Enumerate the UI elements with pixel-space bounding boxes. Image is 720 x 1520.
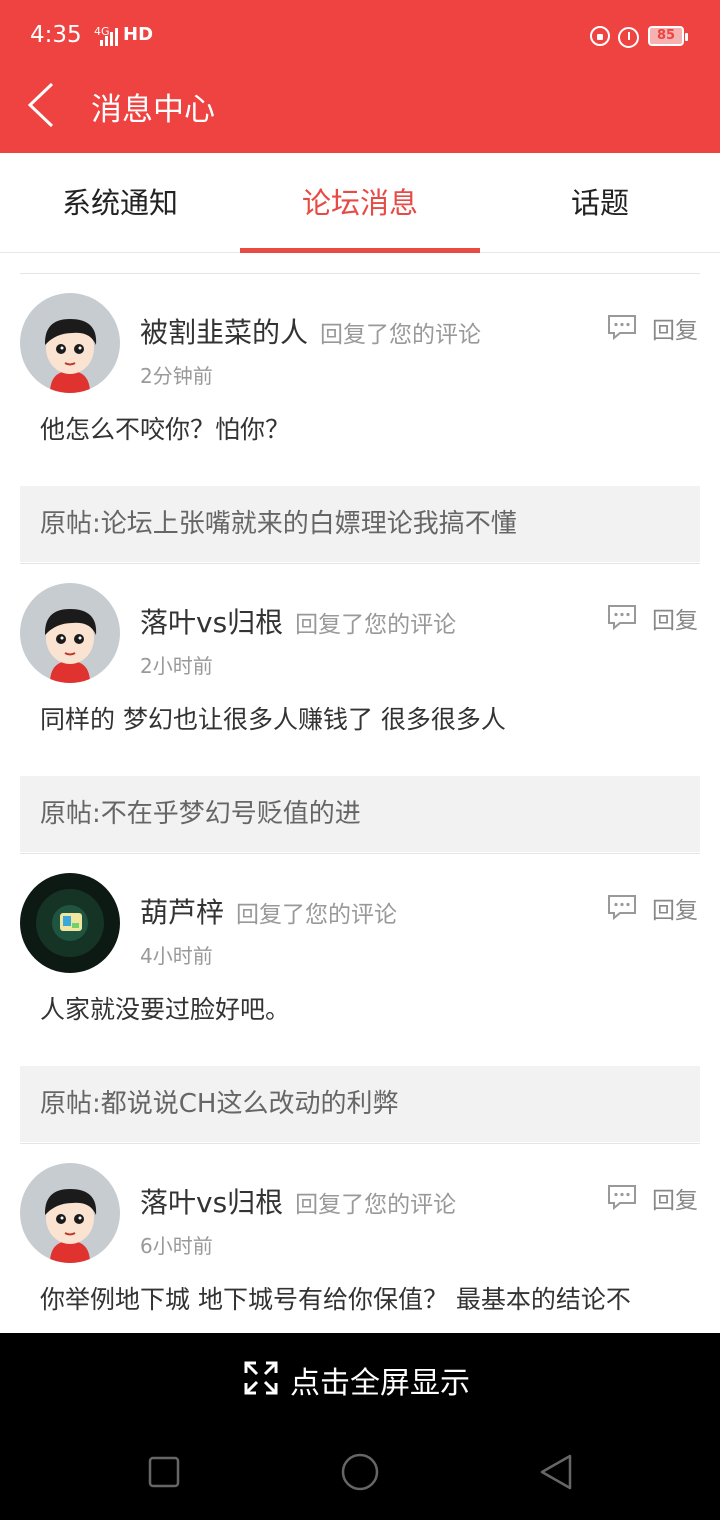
back-button[interactable] bbox=[24, 80, 64, 130]
comment-text[interactable]: 他怎么不咬你？怕你？ bbox=[40, 413, 710, 447]
message-list[interactable]: 被割韭菜的人 回复了您的评论 2分钟前 回复 他怎么不咬你？怕你？ 原帖:论坛上张… bbox=[0, 253, 720, 1333]
divider bbox=[20, 273, 700, 274]
fullscreen-icon bbox=[244, 1361, 278, 1395]
reply-action-text: 回复了您的评论 bbox=[236, 902, 398, 928]
comment-text[interactable]: 你举例地下城 地下城号有给你保值？ 最基本的结论不 bbox=[40, 1283, 710, 1317]
fullscreen-label[interactable]: 点击全屏显示 bbox=[290, 1358, 470, 1402]
tab-bar: 系统通知 论坛消息 话题 bbox=[0, 153, 720, 253]
reply-action-text: 回复了您的评论 bbox=[295, 612, 457, 638]
username[interactable]: 落叶vs归根 bbox=[140, 606, 283, 639]
comment-text[interactable]: 人家就没要过脸好吧。 bbox=[40, 993, 710, 1027]
message-item: 落叶vs归根 回复了您的评论 2小时前 回复 同样的 梦幻也让很多人赚钱了 很多很… bbox=[0, 563, 720, 853]
timestamp: 4小时前 bbox=[140, 944, 213, 968]
divider bbox=[20, 563, 700, 564]
reply-action-text: 回复了您的评论 bbox=[295, 1192, 457, 1218]
tab-topics[interactable]: 话题 bbox=[480, 153, 720, 253]
divider bbox=[20, 853, 700, 854]
timestamp: 2小时前 bbox=[140, 654, 213, 678]
divider bbox=[20, 1143, 700, 1144]
lock-icon bbox=[590, 26, 610, 46]
reply-action-text: 回复了您的评论 bbox=[320, 322, 482, 348]
avatar[interactable] bbox=[20, 1163, 120, 1263]
original-post-link[interactable]: 原帖:都说说CH这么改动的利弊 bbox=[20, 1066, 700, 1142]
battery-icon: 85 bbox=[648, 26, 688, 46]
message-item: 落叶vs归根 回复了您的评论 6小时前 回复 你举例地下城 地下城号有给你保值？ … bbox=[0, 1143, 720, 1333]
alarm-icon bbox=[618, 27, 639, 48]
back-nav-button[interactable] bbox=[538, 1453, 574, 1491]
chat-bubble-icon[interactable] bbox=[606, 603, 638, 631]
username[interactable]: 被割韭菜的人 bbox=[140, 316, 308, 349]
status-time: 4:35 bbox=[30, 22, 82, 48]
chevron-left-icon bbox=[27, 82, 54, 128]
message-item: 被割韭菜的人 回复了您的评论 2分钟前 回复 他怎么不咬你？怕你？ 原帖:论坛上张… bbox=[0, 273, 720, 563]
timestamp: 6小时前 bbox=[140, 1234, 213, 1258]
original-post-link[interactable]: 原帖:不在乎梦幻号贬值的进 bbox=[20, 776, 700, 852]
username[interactable]: 落叶vs归根 bbox=[140, 1186, 283, 1219]
tab-system-notice[interactable]: 系统通知 bbox=[0, 153, 240, 253]
chat-bubble-icon[interactable] bbox=[606, 893, 638, 921]
reply-button[interactable]: 回复 bbox=[652, 1181, 698, 1215]
fullscreen-bar[interactable]: 点击全屏显示 bbox=[0, 1333, 720, 1423]
app-header: 4:35 4G HD 85 消息中心 bbox=[0, 0, 720, 153]
tab-forum-messages[interactable]: 论坛消息 bbox=[240, 153, 480, 253]
original-post-link[interactable]: 原帖:论坛上张嘴就来的白嫖理论我搞不懂 bbox=[20, 486, 700, 562]
username[interactable]: 葫芦梓 bbox=[140, 896, 224, 929]
status-bar: 4:35 4G HD 85 bbox=[0, 0, 720, 72]
home-button[interactable] bbox=[340, 1452, 380, 1492]
message-item: 葫芦梓 回复了您的评论 4小时前 回复 人家就没要过脸好吧。 原帖:都说说CH这么… bbox=[0, 853, 720, 1143]
reply-button[interactable]: 回复 bbox=[652, 601, 698, 635]
reply-button[interactable]: 回复 bbox=[652, 311, 698, 345]
hd-indicator: HD bbox=[123, 24, 154, 45]
system-nav-bar bbox=[0, 1423, 720, 1520]
page-title: 消息中心 bbox=[91, 92, 215, 128]
comment-text[interactable]: 同样的 梦幻也让很多人赚钱了 很多很多人 bbox=[40, 703, 710, 737]
signal-icon bbox=[100, 28, 122, 46]
avatar[interactable] bbox=[20, 583, 120, 683]
timestamp: 2分钟前 bbox=[140, 364, 213, 388]
avatar[interactable] bbox=[20, 293, 120, 393]
reply-button[interactable]: 回复 bbox=[652, 891, 698, 925]
avatar[interactable] bbox=[20, 873, 120, 973]
recent-apps-button[interactable] bbox=[148, 1456, 180, 1488]
chat-bubble-icon[interactable] bbox=[606, 313, 638, 341]
chat-bubble-icon[interactable] bbox=[606, 1183, 638, 1211]
